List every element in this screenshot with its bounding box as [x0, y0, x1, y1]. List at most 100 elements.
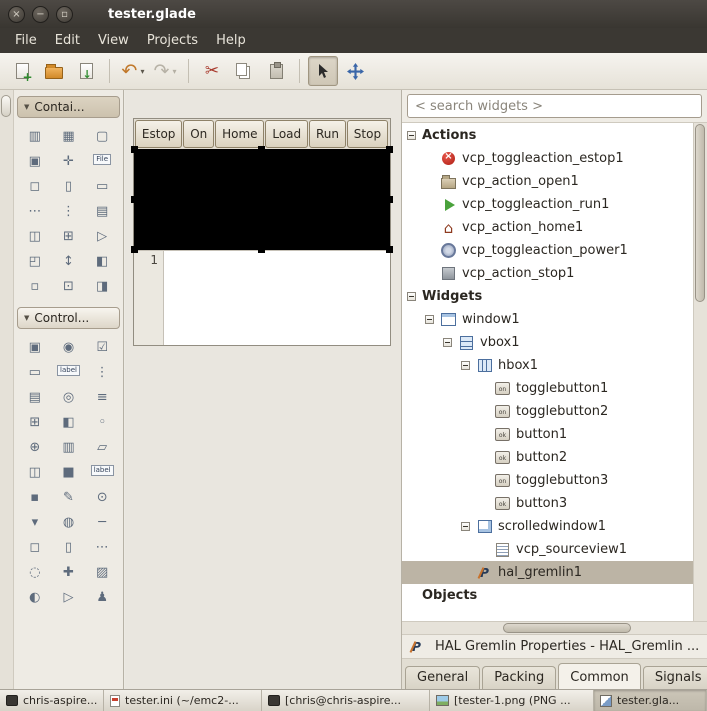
palette-widget-icon[interactable]: ↕	[58, 254, 78, 269]
preview-button-home[interactable]: Home	[215, 120, 264, 148]
palette-widget-icon[interactable]: ◻	[25, 540, 45, 555]
palette-widget-icon[interactable]: ◫	[25, 465, 45, 480]
tree-node-vcp-sourceview1[interactable]: vcp_sourceview1	[402, 538, 693, 561]
palette-widget-icon[interactable]: ◍	[58, 515, 78, 530]
palette-widget-icon[interactable]: ◧	[58, 415, 78, 430]
palette-widget-icon[interactable]: ▯	[58, 540, 78, 555]
palette-widget-icon[interactable]: ⊞	[25, 415, 45, 430]
tree-node-togglebutton1[interactable]: togglebutton1	[402, 377, 693, 400]
close-button[interactable]: ×	[8, 6, 25, 23]
selection-handle[interactable]	[258, 146, 265, 153]
palette-widget-icon[interactable]: ▤	[92, 204, 112, 219]
palette-widget-icon[interactable]: ▣	[25, 340, 45, 355]
save-button[interactable]	[71, 56, 101, 86]
window1-preview[interactable]: EstopOnHomeLoadRunStop 1	[133, 118, 391, 346]
tree-node-vcp-toggleaction-power1[interactable]: vcp_toggleaction_power1	[402, 239, 693, 262]
taskbar-item-tester-ini-emc2[interactable]: tester.ini (~/emc2-...	[104, 690, 262, 711]
expander-minus-icon[interactable]	[461, 522, 470, 531]
selection-handle[interactable]	[131, 246, 138, 253]
tree-node-widgets[interactable]: Widgets	[402, 285, 693, 308]
taskbar-item-chris-aspire[interactable]: chris-aspire...	[0, 690, 104, 711]
tree-node-button3[interactable]: button3	[402, 492, 693, 515]
palette-widget-icon[interactable]: ◫	[25, 229, 45, 244]
selector-button[interactable]	[308, 56, 338, 86]
palette-widget-icon[interactable]: ✚	[58, 565, 78, 580]
preview-button-estop[interactable]: Estop	[135, 120, 182, 148]
palette-widget-icon[interactable]: ▭	[92, 179, 112, 194]
drag-resize-button[interactable]	[340, 56, 370, 86]
palette-widget-icon[interactable]: ☑	[92, 340, 112, 355]
tab-common[interactable]: Common	[558, 663, 641, 689]
palette-widget-icon[interactable]: ▢	[92, 129, 112, 144]
tree-vertical-scrollbar-thumb[interactable]	[695, 124, 705, 302]
tree-node-vbox1[interactable]: vbox1	[402, 331, 693, 354]
selection-handle[interactable]	[131, 146, 138, 153]
expander-minus-icon[interactable]	[425, 315, 434, 324]
palette-widget-icon[interactable]: ✛	[58, 154, 78, 169]
palette-widget-icon[interactable]: ▱	[92, 440, 112, 455]
palette-widget-icon[interactable]: ▥	[58, 440, 78, 455]
palette-widget-icon[interactable]: ▦	[58, 129, 78, 144]
preview-button-load[interactable]: Load	[265, 120, 308, 148]
hal-gremlin-widget[interactable]	[134, 149, 390, 250]
tree-node-hbox1[interactable]: hbox1	[402, 354, 693, 377]
tree-node-button1[interactable]: button1	[402, 423, 693, 446]
tree-node-button2[interactable]: button2	[402, 446, 693, 469]
palette-widget-icon[interactable]: ▯	[58, 179, 78, 194]
tree-horizontal-scrollbar[interactable]	[402, 621, 707, 634]
tree-horizontal-scrollbar-thumb[interactable]	[503, 623, 631, 633]
menu-edit[interactable]: Edit	[46, 30, 89, 51]
palette-widget-icon[interactable]: ⋮	[58, 204, 78, 219]
palette-widget-icon[interactable]: ⊡	[58, 279, 78, 294]
new-file-button[interactable]	[7, 56, 37, 86]
tree-node-window1[interactable]: window1	[402, 308, 693, 331]
palette-widget-icon[interactable]: ◐	[25, 590, 45, 605]
selection-handle[interactable]	[386, 146, 393, 153]
tree-node-scrolledwindow1[interactable]: scrolledwindow1	[402, 515, 693, 538]
tab-general[interactable]: General	[405, 666, 480, 689]
palette-scrollbar-thumb[interactable]	[1, 95, 11, 117]
palette-widget-icon[interactable]: ≡	[92, 390, 112, 405]
palette-widget-icon[interactable]: ◉	[58, 340, 78, 355]
redo-menu-icon[interactable]: ▾	[172, 67, 176, 76]
design-canvas[interactable]: EstopOnHomeLoadRunStop 1	[125, 90, 401, 689]
menu-help[interactable]: Help	[207, 30, 255, 51]
open-button[interactable]	[39, 56, 69, 86]
palette-widget-icon[interactable]: ▾	[25, 515, 45, 530]
tab-signals[interactable]: Signals	[643, 666, 707, 689]
tree-node-vcp-action-home1[interactable]: vcp_action_home1	[402, 216, 693, 239]
tab-packing[interactable]: Packing	[482, 666, 556, 689]
palette-widget-icon[interactable]: ✎	[58, 490, 78, 505]
palette-widget-icon[interactable]: ◰	[25, 254, 45, 269]
palette-widget-icon[interactable]: ▤	[25, 390, 45, 405]
palette-widget-icon[interactable]: ⋯	[92, 540, 112, 555]
taskbar-item-tester-gla[interactable]: tester.gla...	[594, 690, 707, 711]
search-widgets-input[interactable]	[407, 94, 702, 118]
undo-menu-icon[interactable]: ▾	[140, 67, 144, 76]
tree-node-vcp-toggleaction-estop1[interactable]: vcp_toggleaction_estop1	[402, 147, 693, 170]
preview-button-stop[interactable]: Stop	[347, 120, 388, 148]
palette-widget-icon[interactable]: ▨	[92, 565, 112, 580]
menu-projects[interactable]: Projects	[138, 30, 207, 51]
palette-widget-icon[interactable]: ⋮	[92, 365, 112, 380]
palette-widget-icon[interactable]: ⋯	[25, 204, 45, 219]
palette-widget-icon[interactable]: ▷	[92, 229, 112, 244]
palette-widget-icon[interactable]: ■	[58, 465, 78, 480]
selection-handle[interactable]	[386, 196, 393, 203]
palette-widget-icon[interactable]: ◦	[92, 415, 112, 430]
palette-widget-icon[interactable]: ▪	[25, 490, 45, 505]
minimize-button[interactable]: −	[32, 6, 49, 23]
palette-widget-icon[interactable]: ▥	[25, 129, 45, 144]
tree-vertical-scrollbar[interactable]	[693, 123, 707, 621]
taskbar-item-chris-chris-aspire[interactable]: [chris@chris-aspire...	[262, 690, 430, 711]
menu-view[interactable]: View	[89, 30, 138, 51]
palette-widget-icon[interactable]: ⊞	[58, 229, 78, 244]
palette-widget-icon[interactable]: ◧	[92, 254, 112, 269]
palette-widget-icon[interactable]: ◎	[58, 390, 78, 405]
tree-node-actions[interactable]: Actions	[402, 124, 693, 147]
paste-button[interactable]	[261, 56, 291, 86]
tree-node-vcp-toggleaction-run1[interactable]: vcp_toggleaction_run1	[402, 193, 693, 216]
tree-node-vcp-action-open1[interactable]: vcp_action_open1	[402, 170, 693, 193]
redo-button[interactable]: ↷▾	[150, 56, 180, 86]
expander-minus-icon[interactable]	[443, 338, 452, 347]
